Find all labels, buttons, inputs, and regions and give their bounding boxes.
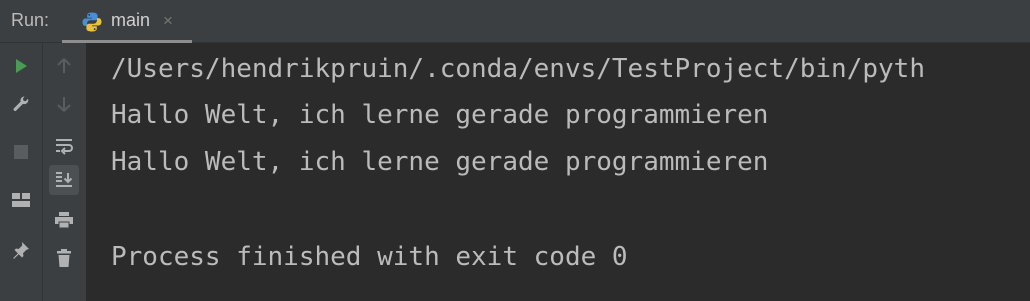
layout-icon[interactable] [6,185,36,215]
run-toolbar-left [0,43,43,301]
scroll-to-end-icon[interactable] [49,165,79,195]
console-line: /Users/hendrikpruin/.conda/envs/TestProj… [111,54,925,84]
console-line: Process finished with exit code 0 [111,242,628,272]
console-output[interactable]: /Users/hendrikpruin/.conda/envs/TestProj… [86,43,1030,301]
run-icon[interactable] [6,51,36,81]
tab-main[interactable]: main × [62,0,192,43]
pin-icon[interactable] [6,235,36,265]
print-icon[interactable] [49,205,79,235]
run-label: Run: [11,10,50,30]
stop-icon[interactable] [6,137,36,167]
console-line: Hallo Welt, ich lerne gerade programmier… [111,147,769,177]
down-arrow-icon[interactable] [49,89,79,119]
tab-main-label: main [111,10,151,30]
console-line: Hallo Welt, ich lerne gerade programmier… [111,100,769,130]
close-icon[interactable]: × [163,11,173,31]
wrench-icon[interactable] [6,89,36,119]
trash-icon[interactable] [49,243,79,273]
up-arrow-icon[interactable] [49,51,79,81]
python-icon [81,11,103,33]
soft-wrap-icon[interactable] [49,131,79,161]
run-toolbar-right [43,43,86,301]
run-panel-header: Run: main × [0,0,1030,43]
